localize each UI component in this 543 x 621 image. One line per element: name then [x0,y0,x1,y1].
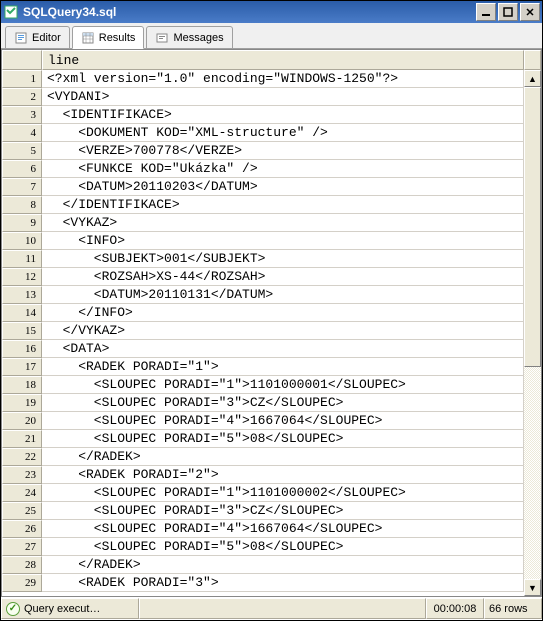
row-header[interactable]: 25 [2,502,42,520]
grid-cell[interactable]: <SLOUPEC PORADI="1">1101000001</SLOUPEC> [42,376,524,394]
row-header[interactable]: 29 [2,574,42,592]
grid-cell[interactable]: <SLOUPEC PORADI="1">1101000002</SLOUPEC> [42,484,524,502]
grid-cell[interactable]: <RADEK PORADI="2"> [42,466,524,484]
row-header[interactable]: 16 [2,340,42,358]
row-header[interactable]: 8 [2,196,42,214]
status-spacer [139,598,426,619]
row-header[interactable]: 24 [2,484,42,502]
column-header-line[interactable]: line [42,50,524,70]
grid-cell[interactable]: <VERZE>700778</VERZE> [42,142,524,160]
row-header[interactable]: 6 [2,160,42,178]
row-header[interactable]: 27 [2,538,42,556]
status-message-cell: ✓ Query execut… [1,598,139,619]
row-header[interactable]: 2 [2,88,42,106]
row-header[interactable]: 5 [2,142,42,160]
results-grid: line 12345678910111213141516171819202122… [1,49,542,597]
grid-cell[interactable]: </RADEK> [42,556,524,574]
window-title: SQLQuery34.sql [23,5,476,19]
grid-cell[interactable]: <?xml version="1.0" encoding="WINDOWS-12… [42,70,524,88]
tab-bar: Editor Results Messages [1,23,542,49]
row-header[interactable]: 15 [2,322,42,340]
minimize-button[interactable] [476,3,496,21]
row-header[interactable]: 4 [2,124,42,142]
grid-cell[interactable]: <SLOUPEC PORADI="4">1667064</SLOUPEC> [42,412,524,430]
status-time: 00:00:08 [426,598,484,619]
grid-cells: <?xml version="1.0" encoding="WINDOWS-12… [42,70,524,596]
window-controls [476,3,540,21]
grid-cell[interactable]: <VYDANI> [42,88,524,106]
grid-cell[interactable]: <RADEK PORADI="3"> [42,574,524,592]
vertical-scrollbar[interactable]: ▲ ▼ [524,70,541,596]
grid-cell[interactable]: <SLOUPEC PORADI="5">08</SLOUPEC> [42,430,524,448]
grid-cell[interactable]: <RADEK PORADI="1"> [42,358,524,376]
grid-cell[interactable]: </IDENTIFIKACE> [42,196,524,214]
grid-corner[interactable] [2,50,42,70]
grid-cell[interactable]: <SLOUPEC PORADI="5">08</SLOUPEC> [42,538,524,556]
status-message: Query execut… [24,603,100,615]
row-header[interactable]: 3 [2,106,42,124]
row-header[interactable]: 11 [2,250,42,268]
row-header[interactable]: 26 [2,520,42,538]
header-spacer [524,50,541,70]
scroll-up-button[interactable]: ▲ [524,70,541,87]
row-header[interactable]: 21 [2,430,42,448]
grid-cell[interactable]: <SUBJEKT>001</SUBJEKT> [42,250,524,268]
grid-cell[interactable]: <DOKUMENT KOD="XML-structure" /> [42,124,524,142]
row-header[interactable]: 22 [2,448,42,466]
row-header[interactable]: 9 [2,214,42,232]
grid-cell[interactable]: <FUNKCE KOD="Ukázka" /> [42,160,524,178]
row-header[interactable]: 1 [2,70,42,88]
tab-messages[interactable]: Messages [146,26,232,48]
row-header[interactable]: 28 [2,556,42,574]
row-header[interactable]: 10 [2,232,42,250]
close-button[interactable] [520,3,540,21]
grid-cell[interactable]: <DATA> [42,340,524,358]
results-icon [81,31,95,45]
grid-cell[interactable]: </INFO> [42,304,524,322]
grid-cell[interactable]: <SLOUPEC PORADI="4">1667064</SLOUPEC> [42,520,524,538]
row-header[interactable]: 20 [2,412,42,430]
grid-cell[interactable]: <SLOUPEC PORADI="3">CZ</SLOUPEC> [42,502,524,520]
grid-cell[interactable]: <DATUM>20110131</DATUM> [42,286,524,304]
grid-cell[interactable]: <INFO> [42,232,524,250]
row-header[interactable]: 23 [2,466,42,484]
row-header[interactable]: 7 [2,178,42,196]
tab-label: Messages [173,32,223,44]
scroll-thumb[interactable] [524,87,541,367]
success-icon: ✓ [6,602,20,616]
row-header[interactable]: 12 [2,268,42,286]
grid-cell[interactable]: </RADEK> [42,448,524,466]
row-header[interactable]: 17 [2,358,42,376]
status-rows: 66 rows [484,598,542,619]
titlebar: SQLQuery34.sql [1,1,542,23]
grid-cell[interactable]: </VYKAZ> [42,322,524,340]
tab-results[interactable]: Results [72,26,145,49]
grid-cell[interactable]: <SLOUPEC PORADI="3">CZ</SLOUPEC> [42,394,524,412]
grid-cell[interactable]: <ROZSAH>XS-44</ROZSAH> [42,268,524,286]
row-header[interactable]: 19 [2,394,42,412]
row-header[interactable]: 13 [2,286,42,304]
grid-cell[interactable]: <DATUM>20110203</DATUM> [42,178,524,196]
messages-icon [155,31,169,45]
statusbar: ✓ Query execut… 00:00:08 66 rows [1,597,542,619]
maximize-button[interactable] [498,3,518,21]
grid-cell[interactable]: <VYKAZ> [42,214,524,232]
grid-cell[interactable]: <IDENTIFIKACE> [42,106,524,124]
tab-label: Results [99,32,136,44]
tab-editor[interactable]: Editor [5,26,70,48]
scroll-track[interactable] [524,87,541,579]
app-icon [3,4,19,20]
row-headers: 1234567891011121314151617181920212223242… [2,70,42,596]
row-header[interactable]: 18 [2,376,42,394]
editor-icon [14,31,28,45]
tab-label: Editor [32,32,61,44]
scroll-down-button[interactable]: ▼ [524,579,541,596]
row-header[interactable]: 14 [2,304,42,322]
